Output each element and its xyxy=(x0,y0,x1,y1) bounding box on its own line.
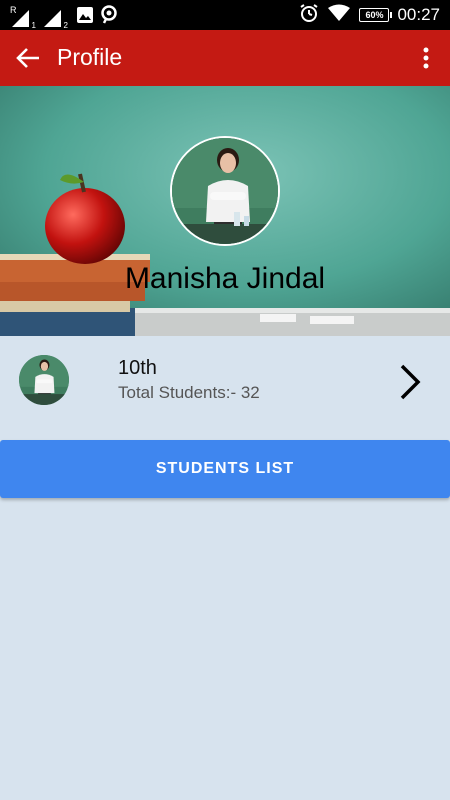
class-avatar xyxy=(19,355,69,405)
sim2-index: 2 xyxy=(63,20,68,30)
overflow-menu-button[interactable] xyxy=(420,44,432,72)
image-icon xyxy=(76,6,94,29)
status-time: 00:27 xyxy=(397,5,440,24)
wifi-icon xyxy=(327,4,351,27)
signal-icon-sim1: R 1 xyxy=(10,4,36,30)
students-list-button[interactable]: STUDENTS LIST xyxy=(0,440,450,498)
battery-icon: 60% xyxy=(359,8,393,22)
status-left-icons: R 1 2 xyxy=(10,5,120,30)
sim1-index: 1 xyxy=(31,20,36,30)
signal-icon-sim2: 2 xyxy=(42,8,68,30)
alarm-icon xyxy=(299,3,319,28)
teacher-photo xyxy=(172,138,278,244)
search-icon xyxy=(100,5,120,30)
profile-avatar xyxy=(170,136,280,246)
status-bar: R 1 2 60% 00:27 xyxy=(0,0,450,30)
class-name: 10th xyxy=(118,357,157,379)
teacher-photo-small xyxy=(19,355,69,405)
back-button[interactable] xyxy=(14,44,44,72)
total-students: Total Students:- 32 xyxy=(118,383,260,402)
sim1-roaming-label: R xyxy=(10,4,17,15)
chevron-right-icon[interactable] xyxy=(398,363,422,401)
arrow-back-icon xyxy=(16,48,39,68)
app-bar: Profile xyxy=(0,30,450,86)
page-title: Profile xyxy=(57,44,123,70)
status-right-icons: 60% 00:27 xyxy=(299,0,440,30)
profile-name: Manisha Jindal xyxy=(124,262,326,295)
profile-banner: Manisha Jindal xyxy=(0,86,450,336)
more-vert-icon xyxy=(423,47,429,69)
class-list-item[interactable]: 10th Total Students:- 32 xyxy=(0,337,450,427)
